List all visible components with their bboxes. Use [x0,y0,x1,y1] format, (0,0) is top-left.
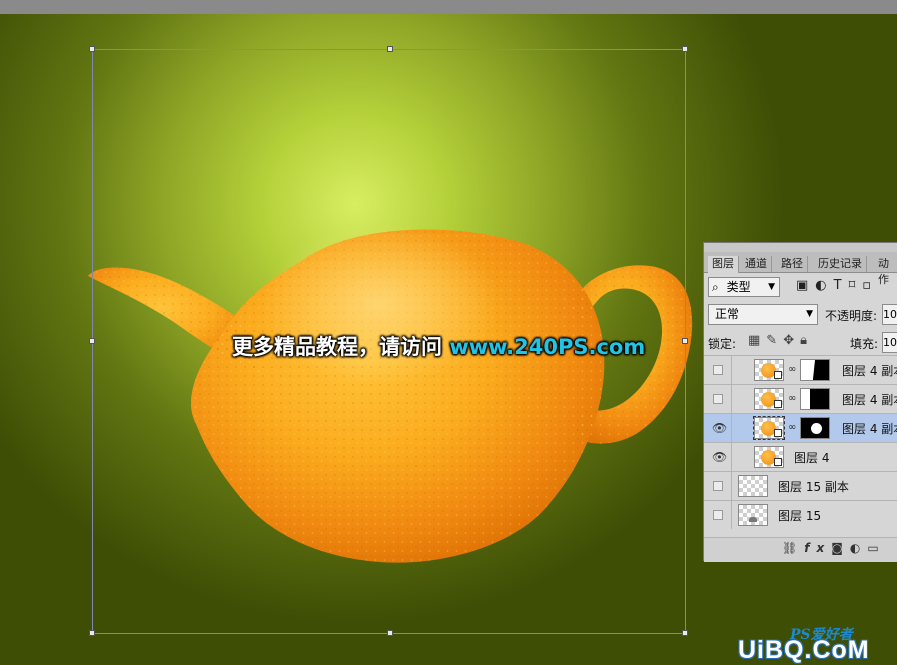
layer-thumbnail [753,416,785,440]
tab-layers[interactable]: 图层 [708,256,739,273]
tutorial-watermark: 更多精品教程，请访问 www.240PS.com [232,331,645,361]
layer-row[interactable]: ∞ 图层 4 副本 2 [704,384,897,413]
layer-name[interactable]: 图层 4 副本 [842,420,897,437]
tab-channels[interactable]: 通道 [741,256,772,272]
layer-mask-thumbnail[interactable] [800,417,830,439]
smart-object-filter-icon[interactable]: ▫ [862,278,878,293]
layer-filter-icons: ▣◐T⌑▫ [796,278,878,293]
image-filter-icon[interactable]: ▣ [796,278,815,293]
transform-handle-right[interactable] [682,338,688,344]
site-logo: PS爱好者 UiBQ.CoM [738,620,897,664]
lock-paint-icon[interactable]: ✎ [766,333,783,348]
visibility-off-box [713,394,723,404]
lock-all-icon[interactable]: 🔒︎ [800,333,813,348]
visibility-toggle[interactable]: 👁︎ [704,443,732,471]
visibility-off-box [713,481,723,491]
tab-actions[interactable]: 动作 [874,256,897,286]
panel-grip[interactable] [704,243,897,252]
layer-name[interactable]: 图层 15 副本 [778,478,849,495]
mask-link-icon[interactable]: ∞ [788,422,796,433]
layer-row[interactable]: 图层 15 [704,500,897,529]
search-icon: ⌕ [712,280,719,294]
shape-filter-icon[interactable]: ⌑ [849,278,863,293]
watermark-text: 更多精品教程，请访问 [232,335,450,359]
layer-name[interactable]: 图层 4 [794,449,829,466]
lock-move-icon[interactable]: ✥ [783,333,800,348]
fx-icon[interactable]: fx [804,541,831,555]
panel-footer: ⛓︎fx◙◐▭ [704,537,897,562]
visibility-off-box [713,365,723,375]
smart-object-icon [774,458,782,466]
transform-handle-top-right[interactable] [682,46,688,52]
transform-handle-bottom[interactable] [387,630,393,636]
logo-site-text: UiBQ.CoM [738,636,870,664]
transform-handle-top[interactable] [387,46,393,52]
chevron-down-icon: ▼ [806,309,813,319]
transform-handle-top-left[interactable] [89,46,95,52]
layer-thumbnail [754,388,784,410]
lock-icons: ▦✎✥🔒︎ [748,333,813,348]
layer-row[interactable]: ∞ 图层 4 副本 3 [704,355,897,384]
opacity-input[interactable]: 100% [882,304,897,325]
panel-tab-bar: 图层 通道 路径 历史记录 动作 [704,243,897,286]
eye-icon: 👁︎ [712,450,728,464]
tab-paths[interactable]: 路径 [777,256,808,272]
transform-handle-bottom-right[interactable] [682,630,688,636]
visibility-toggle[interactable] [704,385,732,413]
smart-object-icon [774,429,782,437]
visibility-off-box [713,510,723,520]
add-mask-icon[interactable]: ◙ [831,541,850,555]
group-icon[interactable]: ▭ [867,541,885,555]
layer-row[interactable]: 图层 15 副本 [704,471,897,500]
adjustment-filter-icon[interactable]: ◐ [815,278,833,293]
layer-thumbnail [754,446,784,468]
smart-object-icon [774,371,782,379]
visibility-toggle[interactable] [704,501,732,529]
layer-mask-thumbnail[interactable] [800,388,830,410]
visibility-toggle[interactable] [704,472,732,500]
layer-name[interactable]: 图层 15 [778,507,821,524]
text-filter-icon[interactable]: T [834,278,849,293]
visibility-toggle[interactable] [704,356,732,384]
blend-mode-value: 正常 [715,307,740,321]
fill-label: 填充: [850,337,879,351]
transform-handle-bottom-left[interactable] [89,630,95,636]
layer-filter-select[interactable]: ⌕ 类型 ▼ [708,277,780,297]
layer-row-selected[interactable]: 👁︎ ∞ 图层 4 副本 [704,413,897,442]
smart-object-icon [774,400,782,408]
layer-name[interactable]: 图层 4 副本 2 [842,391,897,408]
top-bar [0,0,897,14]
adjustment-layer-icon[interactable]: ◐ [850,541,867,555]
footer-icons: ⛓︎fx◙◐▭ [782,541,886,555]
mask-link-icon[interactable]: ∞ [788,393,796,404]
mask-link-icon[interactable]: ∞ [788,364,796,375]
layers-panel: 图层 通道 路径 历史记录 动作 ⌕ 类型 ▼ ▣◐T⌑▫ 正常 ▼ 不透明度:… [703,242,897,562]
visibility-toggle[interactable]: 👁︎ [704,414,732,442]
layer-row[interactable]: 👁︎ 图层 4 [704,442,897,471]
tab-history[interactable]: 历史记录 [814,256,867,272]
blend-mode-select[interactable]: 正常 ▼ [708,304,818,325]
layer-thumbnail [754,359,784,381]
layer-mask-thumbnail[interactable] [800,359,830,381]
layer-thumbnail [738,504,768,526]
eye-icon: 👁︎ [712,421,728,435]
fill-input[interactable]: 100% [882,332,897,353]
layer-name[interactable]: 图层 4 副本 3 [842,362,897,379]
lock-label: 锁定: [708,337,737,351]
opacity-label: 不透明度: [825,309,878,323]
chevron-down-icon: ▼ [768,282,775,292]
layer-thumbnail [738,475,768,497]
filter-kind-label: 类型 [726,280,751,294]
lock-transparent-icon[interactable]: ▦ [748,333,766,348]
link-layers-icon[interactable]: ⛓︎ [782,541,804,555]
watermark-url: www.240PS.com [449,335,646,359]
transform-handle-left[interactable] [89,338,95,344]
